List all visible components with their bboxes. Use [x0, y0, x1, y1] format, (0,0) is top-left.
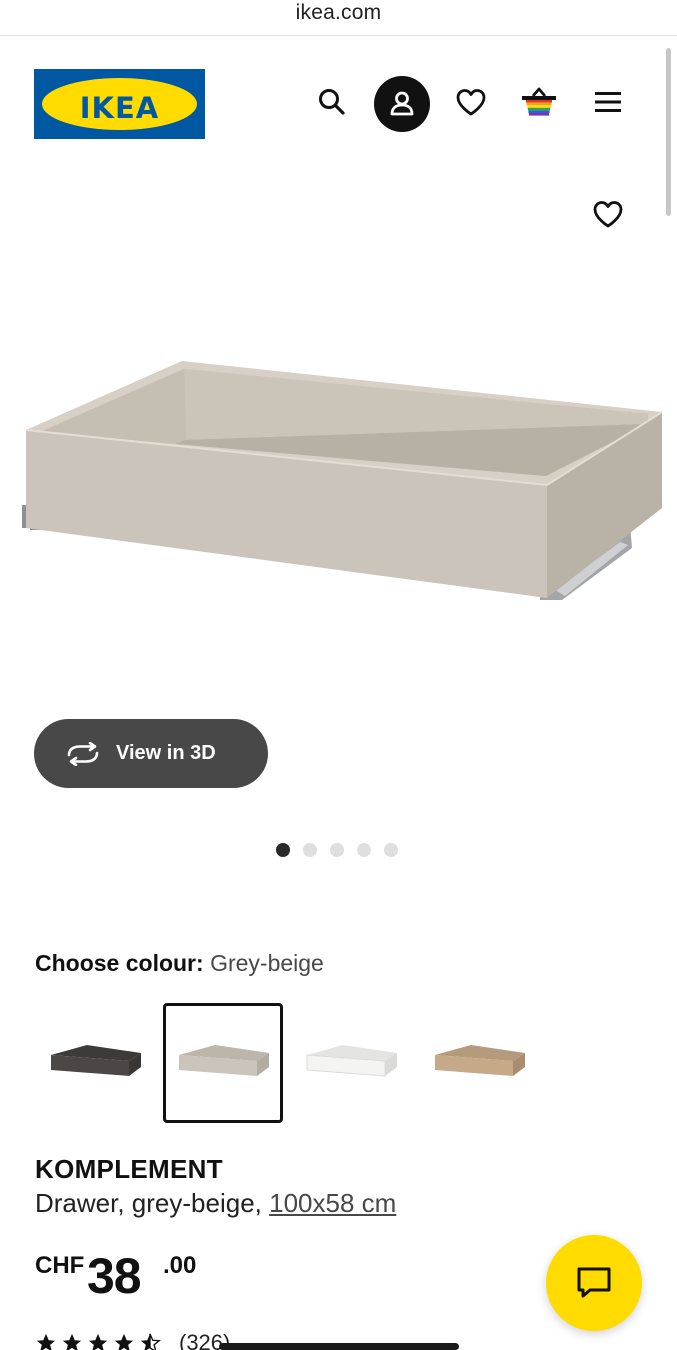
product-size-link[interactable]: 100x58 cm — [269, 1188, 396, 1218]
account-button[interactable] — [374, 76, 430, 132]
colour-label: Choose colour: — [35, 950, 204, 976]
product-description-text: Drawer, grey-beige, — [35, 1188, 262, 1218]
price-currency: CHF — [35, 1252, 85, 1279]
star-icon — [88, 1333, 108, 1350]
price-decimal: .00 — [163, 1252, 197, 1279]
view-in-3d-button[interactable]: View in 3D — [34, 719, 268, 788]
browser-url-bar[interactable]: ikea.com — [0, 0, 677, 36]
swatch-oak-effect[interactable] — [419, 1003, 539, 1123]
chat-icon — [577, 1267, 611, 1298]
image-carousel-dots — [276, 843, 398, 857]
search-icon — [319, 89, 345, 115]
product-favourite-button[interactable] — [586, 192, 630, 236]
search-button[interactable] — [310, 80, 354, 124]
star-icon — [62, 1333, 82, 1350]
menu-button[interactable] — [586, 80, 630, 124]
heart-icon — [593, 201, 623, 228]
swatch-grey-beige[interactable] — [163, 1003, 283, 1123]
page-scrollbar[interactable] — [666, 48, 671, 216]
swatch-white[interactable] — [291, 1003, 411, 1123]
cart-icon — [522, 87, 556, 116]
product-description: Drawer, grey-beige, 100x58 cm — [35, 1188, 396, 1219]
site-header: IKEA — [0, 36, 677, 166]
carousel-dot[interactable] — [330, 843, 344, 857]
heart-icon — [456, 89, 486, 116]
favourites-button[interactable] — [449, 80, 493, 124]
product-name: KOMPLEMENT — [35, 1154, 223, 1184]
logo-text: IKEA — [79, 91, 160, 125]
price-integer: 38 — [87, 1248, 142, 1304]
account-icon — [390, 91, 414, 116]
star-icon — [36, 1333, 56, 1350]
home-indicator[interactable] — [219, 1343, 459, 1350]
product-rating[interactable]: (326) — [35, 1330, 230, 1350]
carousel-dot[interactable] — [276, 843, 290, 857]
half-star-icon — [140, 1333, 161, 1350]
star-icon — [114, 1333, 134, 1350]
carousel-dot[interactable] — [303, 843, 317, 857]
selected-colour: Grey-beige — [210, 950, 324, 976]
cart-button[interactable] — [517, 80, 561, 124]
swatch-dark-brown[interactable] — [35, 1003, 155, 1123]
rotate-3d-icon — [64, 740, 102, 768]
chat-button[interactable] — [546, 1235, 642, 1331]
logo-oval: IKEA — [42, 78, 197, 130]
view-in-3d-label: View in 3D — [116, 742, 216, 764]
product-image[interactable] — [0, 330, 677, 630]
menu-icon — [595, 92, 621, 112]
url-text[interactable]: ikea.com — [0, 1, 677, 25]
colour-selector-label: Choose colour: Grey-beige — [35, 950, 324, 977]
carousel-dot[interactable] — [357, 843, 371, 857]
carousel-dot[interactable] — [384, 843, 398, 857]
ikea-logo[interactable]: IKEA — [34, 69, 205, 139]
